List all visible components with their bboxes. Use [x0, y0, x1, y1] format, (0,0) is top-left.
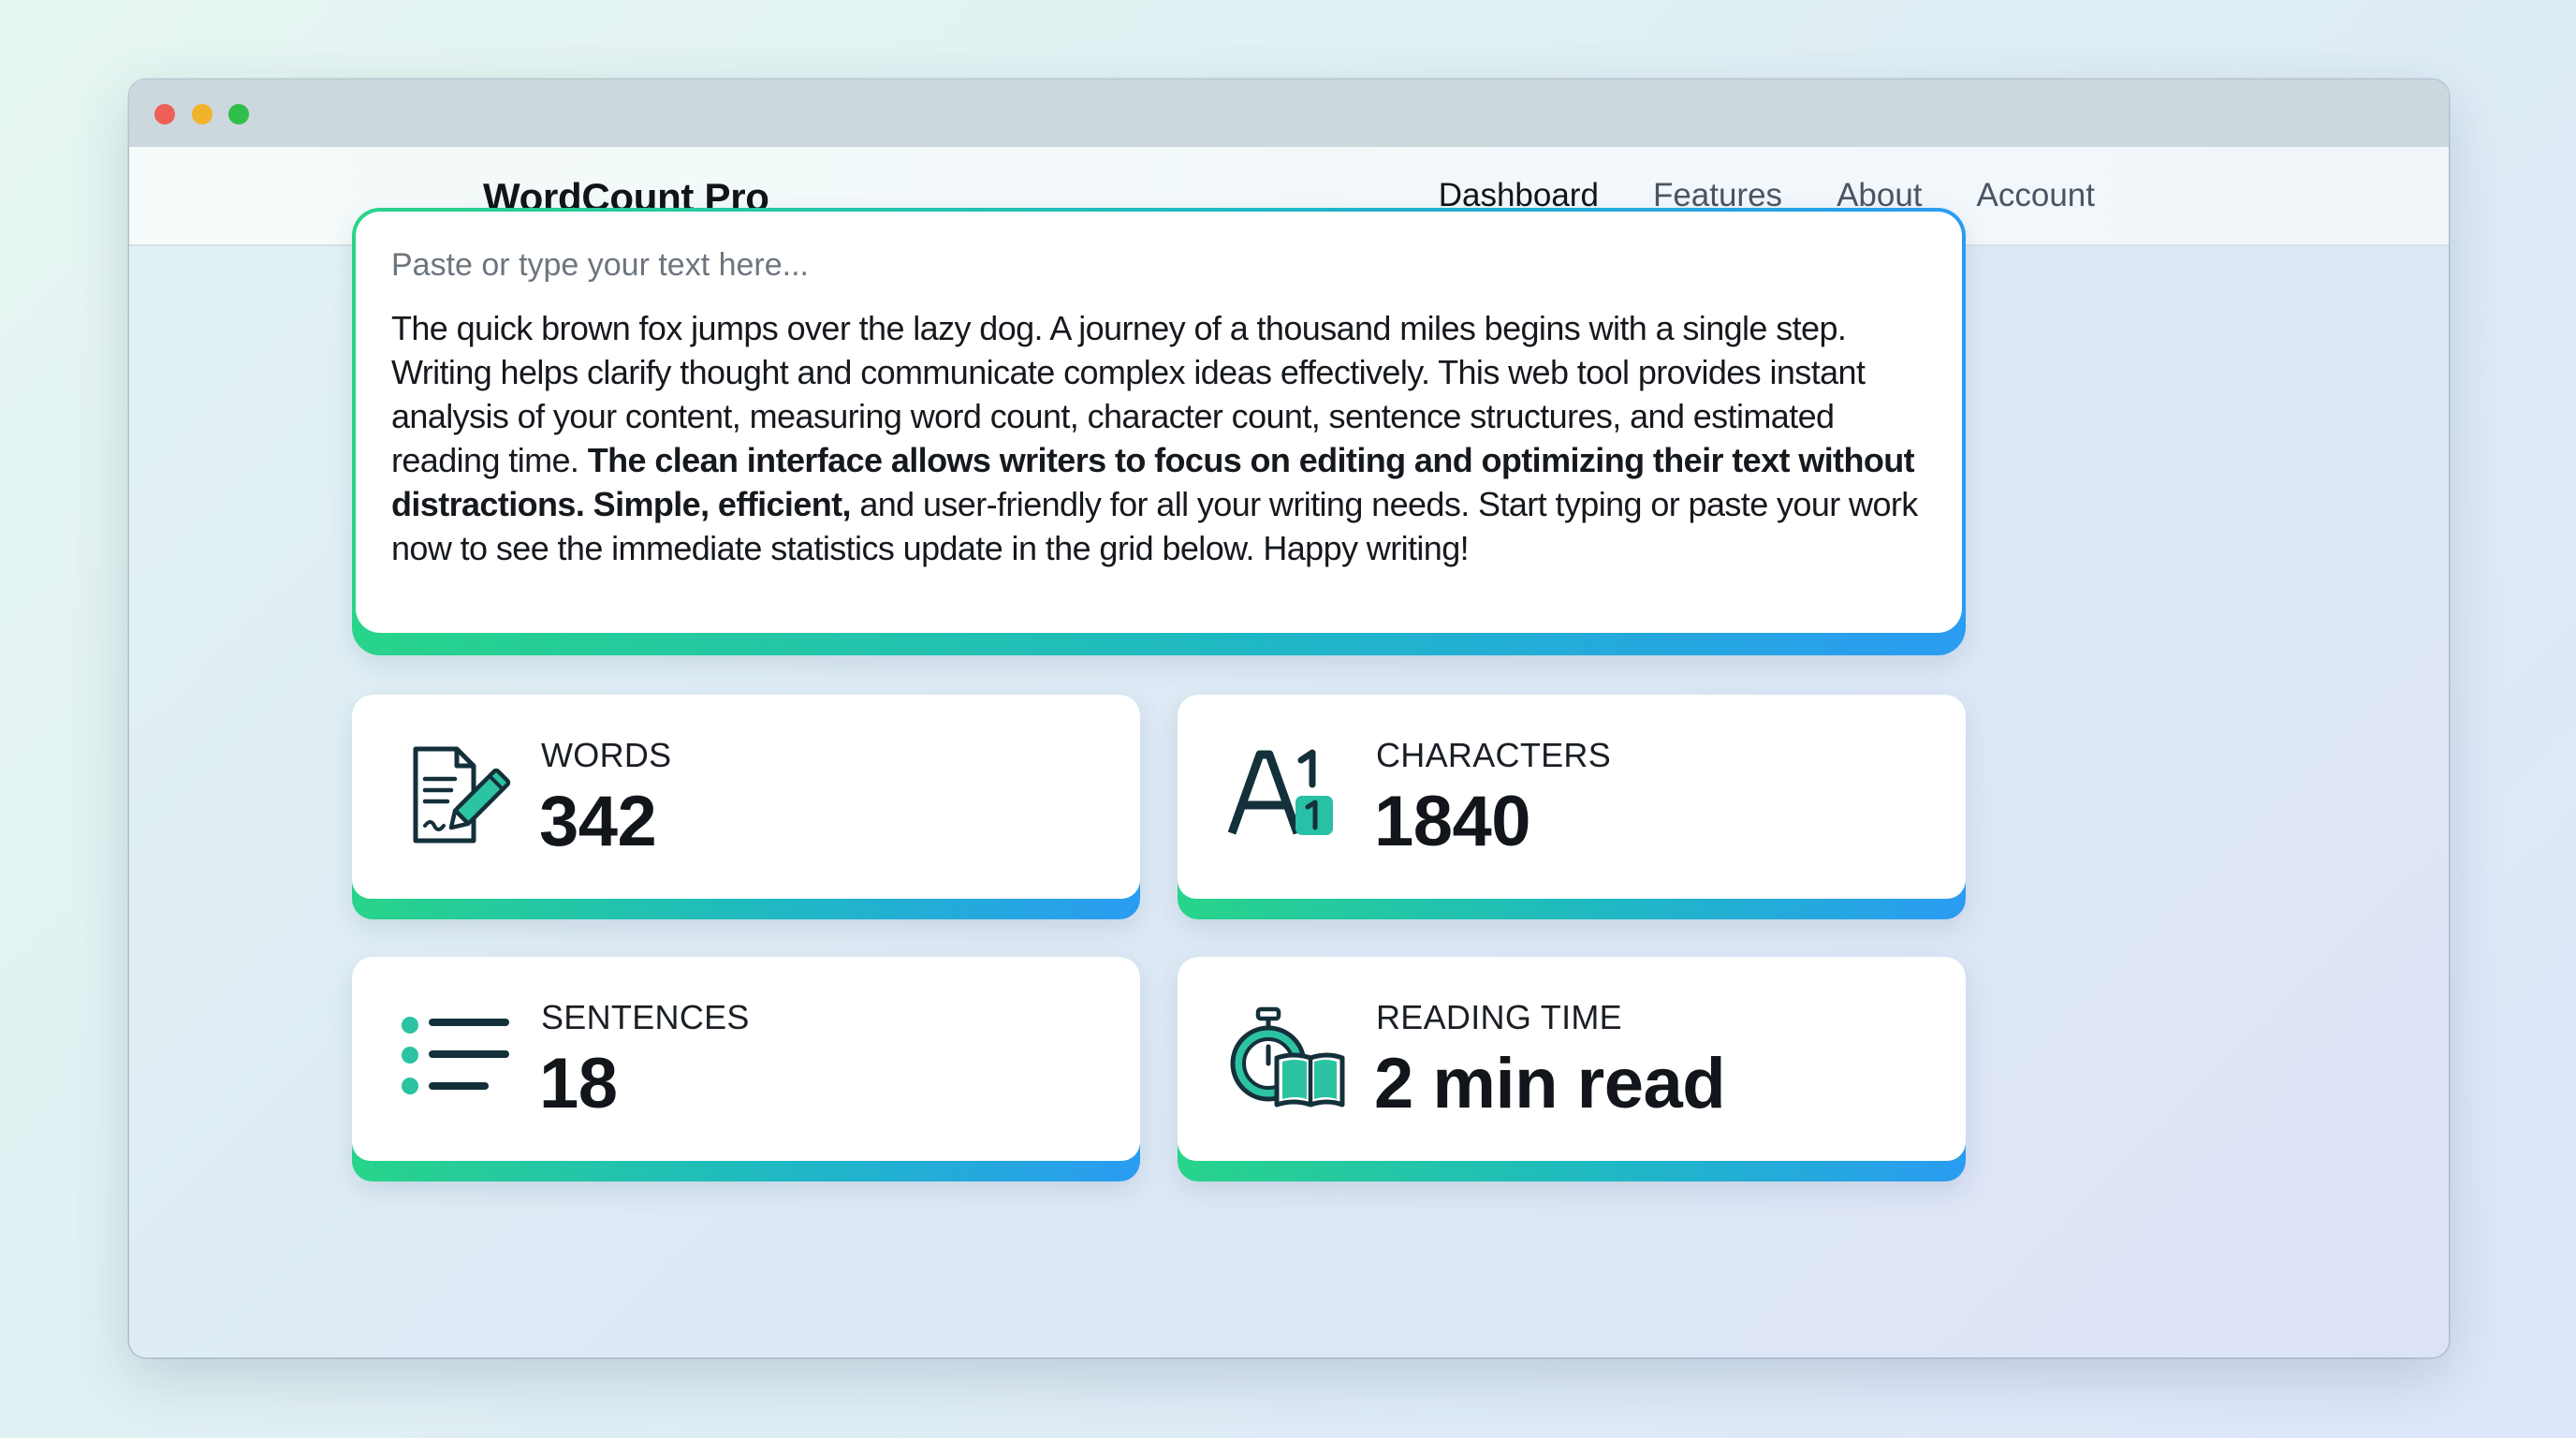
document-pen-icon: [399, 740, 511, 852]
sentences-value: 18: [539, 1044, 618, 1123]
stat-card-reading-time: READING TIME 2 min read: [1178, 957, 1966, 1181]
characters-value: 1840: [1374, 782, 1531, 861]
stat-card-body: SENTENCES 18: [352, 957, 1140, 1161]
stat-card-characters: CHARACTERS 1840: [1178, 695, 1966, 919]
list-icon: [399, 1002, 511, 1114]
text-input-area[interactable]: Paste or type your text here... The quic…: [356, 212, 1962, 633]
minimize-window-button[interactable]: [192, 104, 212, 125]
characters-label: CHARACTERS: [1376, 736, 1612, 774]
text-editor-frame: Paste or type your text here... The quic…: [352, 208, 1966, 655]
stat-card-sentences: SENTENCES 18: [352, 957, 1140, 1181]
editor-placeholder: Paste or type your text here...: [391, 247, 810, 283]
stopwatch-book-icon: [1224, 1002, 1345, 1114]
words-label: WORDS: [541, 736, 672, 774]
words-value: 342: [539, 782, 657, 861]
maximize-window-button[interactable]: [228, 104, 249, 125]
reading-time-value: 2 min read: [1374, 1044, 1726, 1123]
window-titlebar: [129, 80, 2449, 147]
stat-card-body: WORDS 342: [352, 695, 1140, 899]
stat-card-body: CHARACTERS 1840: [1178, 695, 1966, 899]
close-window-button[interactable]: [154, 104, 175, 125]
reading-time-label: READING TIME: [1376, 998, 1622, 1036]
sentences-label: SENTENCES: [541, 998, 750, 1036]
letter-a-one-icon: [1224, 740, 1337, 852]
stat-card-words: WORDS 342: [352, 695, 1140, 919]
editor-content[interactable]: The quick brown fox jumps over the lazy …: [391, 306, 1926, 570]
stat-card-body: READING TIME 2 min read: [1178, 957, 1966, 1161]
nav-link-account[interactable]: Account: [1977, 177, 2095, 214]
